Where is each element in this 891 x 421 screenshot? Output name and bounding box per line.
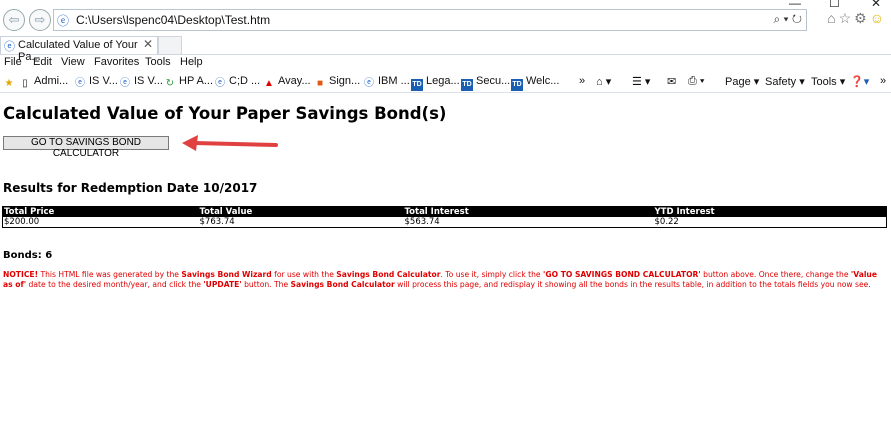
favorites-star-icon[interactable]: ☆ [839,10,855,26]
smiley-icon[interactable]: ☺ [870,10,887,26]
td-icon: TD [511,79,523,91]
cell-total-price: $200.00 [4,217,40,227]
menu-edit[interactable]: Edit [33,56,52,68]
fav-item[interactable]: ▯ Admi... [19,75,68,90]
refresh-icon: ↻ [165,78,175,89]
url-text[interactable]: C:\Users\lspenc04\Desktop\Test.htm [76,13,270,27]
help-icon[interactable]: ❓▾ [850,75,869,88]
back-button[interactable]: ⇦ [3,9,25,31]
favorites-bar: ★ ▯ Admi... ⓔ IS V... ⓔ IS V... ↻ HP A... ⓔ C… [0,72,891,93]
tools-menu[interactable]: Tools ▾ [811,75,845,88]
ie-icon: ⓔ [75,78,85,89]
cell-total-value: $763.74 [199,217,235,227]
fav-item[interactable]: TD Secu... [461,75,510,91]
home-button[interactable]: ⌂ ▾ [596,75,611,88]
print-button[interactable]: ⎙ ▾ [688,75,704,88]
new-tab-button[interactable] [158,36,182,55]
header-total-value: Total Value [198,206,404,217]
rss-button[interactable]: ☰ ▾ [632,75,650,88]
address-bar-row: ⇦ ⇨ ⓔ C:\Users\lspenc04\Desktop\Test.htm… [0,8,891,36]
results-table: Total Price Total Value Total Interest Y… [2,206,887,228]
page-icon: ▯ [22,78,28,89]
menu-bar: File Edit View Favorites Tools Help [0,55,891,71]
search-refresh-icons[interactable]: ⌕ ▾ ↻ [773,12,802,27]
fav-item[interactable]: ▲ Avay... [263,75,311,90]
home-icon[interactable]: ⌂ [827,10,838,26]
fav-item[interactable]: ⓔ IBM ... [363,75,410,90]
fav-item[interactable]: ↻ HP A... [164,75,213,90]
td-icon: TD [461,79,473,91]
page-content: Calculated Value of Your Paper Savings B… [0,92,891,421]
page-menu[interactable]: Page ▾ [725,75,759,88]
cell-ytd-interest: $0.22 [654,217,679,227]
forward-arrow-icon: ⇨ [34,12,46,27]
header-total-interest: Total Interest [403,206,654,217]
menu-view[interactable]: View [61,56,85,68]
calculator-button[interactable]: GO TO SAVINGS BOND CALCULATOR [3,136,169,159]
menu-favorites[interactable]: Favorites [94,56,139,68]
menu-help[interactable]: Help [180,56,203,68]
tab-close-icon[interactable]: ✕ [143,37,153,51]
ie-icon: ⓔ [364,78,374,89]
ie-icon: ⓔ [120,78,130,89]
toolbar-icons: ⌂☆⚙☺ [827,10,887,27]
table-row: $200.00 $763.74 $563.74 $0.22 [3,217,887,228]
menu-file[interactable]: File [4,56,22,68]
header-ytd-interest: YTD Interest [653,206,887,217]
header-total-price: Total Price [2,206,199,217]
tab-active[interactable]: ⓔ Calculated Value of Your Pa... ✕ [0,36,158,63]
menu-tools[interactable]: Tools [145,56,171,68]
ie-page-icon: ⓔ [57,14,70,28]
cell-total-interest: $563.74 [404,217,440,227]
safety-menu[interactable]: Safety ▾ [765,75,805,88]
ie-tab-icon: ⓔ [4,41,15,53]
page-title: Calculated Value of Your Paper Savings B… [3,104,447,123]
red-arrow-icon [182,135,278,151]
forward-button[interactable]: ⇨ [29,9,51,31]
fav-item[interactable]: ⓔ IS V... [74,75,118,90]
address-bar[interactable]: ⓔ C:\Users\lspenc04\Desktop\Test.htm ⌕ ▾… [53,9,807,31]
overflow-chevron-icon[interactable]: » [880,75,886,87]
fav-item[interactable]: TD Lega... [411,75,460,91]
back-arrow-icon: ⇦ [8,12,20,27]
table-header-row: Total Price Total Value Total Interest Y… [2,206,887,217]
avaya-icon: ▲ [264,78,274,89]
fav-item[interactable]: ⓔ IS V... [119,75,163,90]
fav-item[interactable]: ⓔ C;D ... [214,75,260,90]
fav-item[interactable]: ■ Sign... [314,75,360,90]
mail-icon[interactable]: ✉ [667,75,676,88]
gear-icon[interactable]: ⚙ [854,10,870,26]
tab-strip: ⓔ Calculated Value of Your Pa... ✕ [0,36,891,63]
notice-text: NOTICE! This HTML file was generated by … [3,270,877,289]
bonds-count: Bonds: 6 [3,250,53,261]
windows-icon: ■ [316,78,324,89]
td-icon: TD [411,79,423,91]
add-favorite-star-icon[interactable]: ★ [3,75,18,90]
ie-icon: ⓔ [215,78,225,89]
results-heading: Results for Redemption Date 10/2017 [3,181,258,195]
overflow-chevron-icon[interactable]: » [579,75,585,87]
fav-item[interactable]: TD Welc... [511,75,559,91]
